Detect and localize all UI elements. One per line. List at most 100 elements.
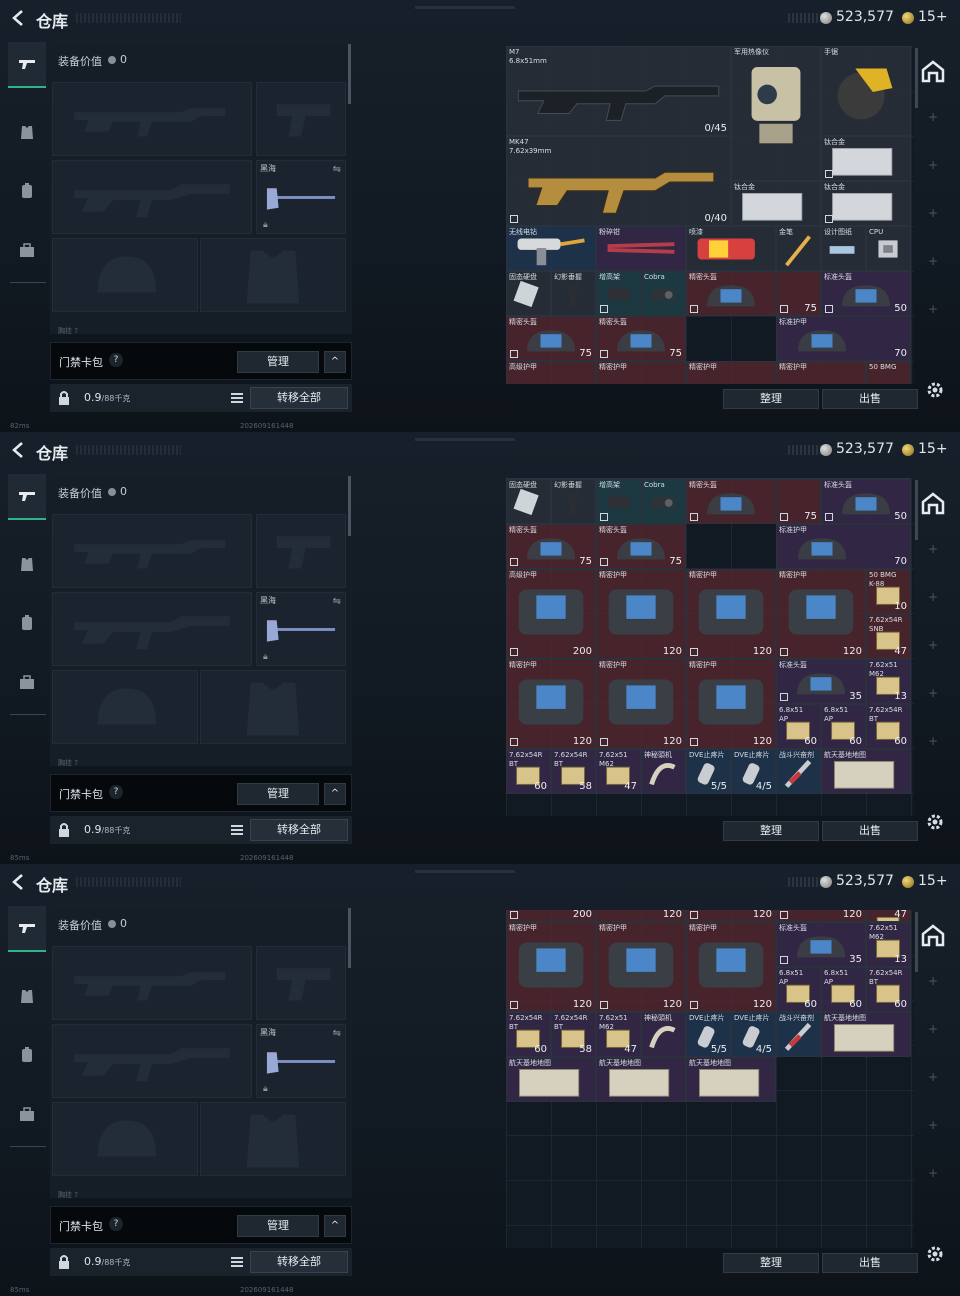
- storage-item[interactable]: 固态硬盘: [506, 271, 551, 316]
- storage-item[interactable]: DVE止疼片 4/5: [731, 749, 776, 794]
- storage-item[interactable]: 50 BMG: [866, 361, 911, 384]
- storage-item[interactable]: 标准头盔 35: [776, 659, 866, 704]
- equipment-scrollbar[interactable]: [348, 476, 351, 536]
- primary-weapon-slot[interactable]: [52, 82, 252, 156]
- gear-icon[interactable]: [925, 812, 945, 832]
- storage-item[interactable]: 120: [596, 910, 686, 922]
- add-page-icon[interactable]: +: [928, 542, 938, 556]
- equipment-scrollbar[interactable]: [348, 44, 351, 104]
- sort-button[interactable]: 整理: [723, 389, 819, 409]
- tab-armor[interactable]: [8, 542, 46, 588]
- storage-scrollbar[interactable]: [915, 912, 918, 972]
- storage-grid[interactable]: 固态硬盘 幻影垂握 增高架 Cobra 精密头盔 75 标准头盔 50 精密头盔 75 精密头盔 75…: [506, 478, 914, 816]
- gold-balance[interactable]: 15+: [918, 9, 948, 25]
- helmet-slot[interactable]: [52, 670, 198, 744]
- storage-item[interactable]: 7.62x54R BT 60: [506, 749, 551, 794]
- tab-backpack[interactable]: [8, 600, 46, 646]
- storage-item[interactable]: 200: [506, 910, 596, 922]
- storage-item[interactable]: 标准护甲 70: [776, 316, 911, 361]
- manage-button[interactable]: 管理: [237, 1215, 319, 1237]
- lock-icon[interactable]: [54, 820, 74, 840]
- storage-item[interactable]: 精密护甲 120: [686, 569, 776, 659]
- pistol-slot[interactable]: [256, 82, 346, 156]
- storage-item[interactable]: 精密头盔 75: [596, 524, 686, 569]
- help-icon[interactable]: ?: [109, 1217, 123, 1231]
- storage-grid[interactable]: 200 120 120 120 47 精密护甲 120 精密护甲 120 精密护甲 120 标准头盔 3…: [506, 910, 914, 1248]
- storage-scrollbar[interactable]: [915, 48, 918, 108]
- storage-item[interactable]: 无线电钻: [506, 226, 596, 271]
- add-page-icon[interactable]: +: [928, 110, 938, 124]
- add-page-icon[interactable]: +: [928, 686, 938, 700]
- tab-weapons[interactable]: [8, 474, 46, 520]
- storage-item[interactable]: 标准头盔 35: [776, 922, 866, 967]
- storage-item[interactable]: 高级护甲 200: [506, 569, 596, 659]
- add-page-icon[interactable]: +: [928, 1022, 938, 1036]
- storage-item[interactable]: 6.8x51 AP 60: [776, 704, 821, 749]
- tab-case[interactable]: [8, 228, 46, 274]
- pistol-slot[interactable]: [256, 946, 346, 1020]
- add-page-icon[interactable]: +: [928, 206, 938, 220]
- add-page-icon[interactable]: +: [928, 1166, 938, 1180]
- storage-item[interactable]: 军用热像仪: [731, 46, 821, 181]
- storage-item[interactable]: 手锯: [821, 46, 911, 136]
- home-icon[interactable]: [920, 490, 946, 516]
- storage-item[interactable]: 金笔: [776, 226, 821, 271]
- gold-balance[interactable]: 15+: [918, 441, 948, 457]
- pistol-slot[interactable]: [256, 514, 346, 588]
- storage-item[interactable]: 精密护甲 120: [596, 569, 686, 659]
- gold-balance[interactable]: 15+: [918, 873, 948, 889]
- storage-item[interactable]: 航天基地地图: [821, 749, 911, 794]
- storage-item[interactable]: 7.62x51 M62 47: [596, 749, 641, 794]
- storage-item[interactable]: M7 6.8x51mm 0/45: [506, 46, 731, 136]
- storage-grid[interactable]: M7 6.8x51mm 0/45 军用热像仪 手锯 MK47 7.62x39mm 0/40…: [506, 46, 914, 384]
- storage-item[interactable]: 精密护甲 120: [686, 659, 776, 749]
- storage-item[interactable]: 幻影垂握: [551, 271, 596, 316]
- storage-item[interactable]: 精密护甲 120: [596, 659, 686, 749]
- home-icon[interactable]: [920, 922, 946, 948]
- add-page-icon[interactable]: +: [928, 974, 938, 988]
- storage-item[interactable]: 精密护甲 120: [506, 659, 596, 749]
- transfer-all-button[interactable]: 转移全部: [250, 819, 348, 841]
- transfer-all-button[interactable]: 转移全部: [250, 1251, 348, 1273]
- storage-item[interactable]: 精密护甲 120: [596, 922, 686, 1012]
- storage-item[interactable]: 标准护甲 70: [776, 524, 911, 569]
- list-icon[interactable]: [228, 1253, 246, 1271]
- tab-backpack[interactable]: [8, 168, 46, 214]
- storage-item[interactable]: 75: [776, 479, 821, 524]
- list-icon[interactable]: [228, 821, 246, 839]
- melee-slot[interactable]: 黑海 ⇋ 🔒︎: [256, 1024, 346, 1098]
- gear-icon[interactable]: [925, 1244, 945, 1264]
- storage-item[interactable]: 增高架: [596, 479, 641, 524]
- tab-backpack[interactable]: [8, 1032, 46, 1078]
- melee-slot[interactable]: 黑海 ⇋ 🔒︎: [256, 592, 346, 666]
- storage-item[interactable]: 47: [866, 910, 911, 922]
- storage-item[interactable]: 7.62x51 M62 13: [866, 922, 911, 967]
- storage-item[interactable]: 7.62x54R BT 60: [506, 1012, 551, 1057]
- storage-item[interactable]: 6.8x51 AP 60: [821, 704, 866, 749]
- list-icon[interactable]: [228, 389, 246, 407]
- back-arrow-icon[interactable]: [10, 441, 28, 459]
- storage-item[interactable]: 7.62x51 M62 13: [866, 659, 911, 704]
- storage-item[interactable]: 钛合金: [821, 181, 911, 226]
- lock-icon[interactable]: [54, 1252, 74, 1272]
- sort-button[interactable]: 整理: [723, 821, 819, 841]
- storage-item[interactable]: 精密头盔: [686, 479, 776, 524]
- storage-item[interactable]: 神秘頭机: [641, 1012, 686, 1057]
- add-page-icon[interactable]: +: [928, 590, 938, 604]
- add-page-icon[interactable]: +: [928, 1070, 938, 1084]
- add-page-icon[interactable]: +: [928, 1118, 938, 1132]
- storage-item[interactable]: 钛合金: [731, 181, 821, 226]
- storage-item[interactable]: 固态硬盘: [506, 479, 551, 524]
- storage-item[interactable]: 战斗兴奋剂: [776, 749, 821, 794]
- storage-item[interactable]: 航天基地地图: [596, 1057, 686, 1102]
- storage-item[interactable]: 神秘頭机: [641, 749, 686, 794]
- transfer-all-button[interactable]: 转移全部: [250, 387, 348, 409]
- storage-item[interactable]: DVE止疼片 5/5: [686, 1012, 731, 1057]
- add-page-icon[interactable]: +: [928, 734, 938, 748]
- armor-slot[interactable]: [200, 670, 346, 744]
- secondary-weapon-slot[interactable]: [52, 592, 252, 666]
- sort-button[interactable]: 整理: [723, 1253, 819, 1273]
- sell-button[interactable]: 出售: [822, 821, 918, 841]
- storage-item[interactable]: 75: [776, 271, 821, 316]
- add-page-icon[interactable]: +: [928, 302, 938, 316]
